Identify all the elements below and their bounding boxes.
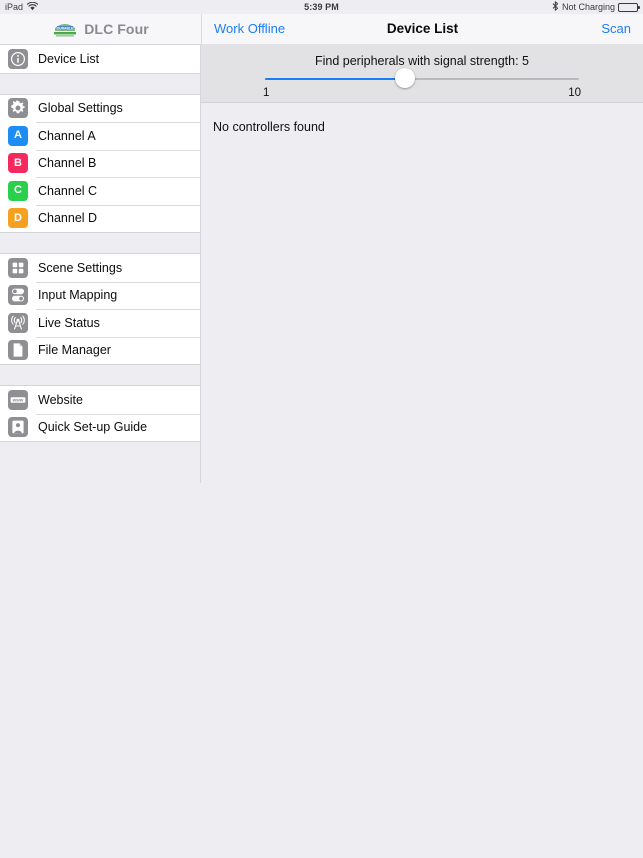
sidebar-item-scene-settings[interactable]: Scene Settings xyxy=(0,254,201,282)
sidebar-item-label: Quick Set-up Guide xyxy=(38,420,148,435)
sidebar-item-live-status[interactable]: Live Status xyxy=(0,309,201,337)
slider-thumb[interactable] xyxy=(394,68,415,88)
svg-text:DURABLE: DURABLE xyxy=(57,26,74,30)
slider-track-fill xyxy=(265,78,405,80)
sidebar-item-channel-c[interactable]: C Channel C xyxy=(0,177,201,205)
www-icon: www xyxy=(8,389,28,410)
sidebar-item-label: Channel A xyxy=(38,128,96,143)
channel-letter: D xyxy=(14,211,22,224)
sidebar-item-quick-setup-guide[interactable]: Quick Set-up Guide xyxy=(0,413,201,441)
channel-badge-icon: C xyxy=(8,180,28,201)
signal-strength-slider[interactable] xyxy=(265,68,579,88)
sidebar-gap xyxy=(0,233,201,253)
signal-strength-panel: Find peripherals with signal strength: 5… xyxy=(201,44,643,103)
person-icon xyxy=(8,417,28,438)
channel-letter: C xyxy=(14,184,22,197)
sidebar-group-device: Device List xyxy=(0,44,201,74)
sidebar-item-label: Input Mapping xyxy=(38,288,118,303)
app-screen: iPad 5:39 PM Not Charging DURABLE DLC Fo… xyxy=(0,0,643,858)
sidebar-item-channel-a[interactable]: A Channel A xyxy=(0,122,201,150)
brand-name: DLC Four xyxy=(84,21,149,37)
grid-squares-icon xyxy=(8,257,28,278)
channel-badge-icon: B xyxy=(8,153,28,174)
sidebar-gap xyxy=(0,73,201,94)
durable-logo-icon: DURABLE xyxy=(52,21,78,38)
slider-caption: Find peripherals with signal strength: 5 xyxy=(314,54,529,68)
nav-bar: Device List Work Offline Scan xyxy=(201,14,643,44)
channel-letter: A xyxy=(14,129,22,142)
sidebar-item-label: Website xyxy=(38,392,83,407)
empty-state-message: No controllers found xyxy=(213,120,325,134)
brand-header: DURABLE DLC Four xyxy=(0,14,201,44)
sidebar-item-global-settings[interactable]: Global Settings xyxy=(0,94,201,122)
sidebar-item-channel-b[interactable]: B Channel B xyxy=(0,149,201,177)
sidebar-group-channels: Global Settings A Channel A B Channel B … xyxy=(0,93,201,233)
battery-icon xyxy=(618,2,640,12)
sidebar-item-label: File Manager xyxy=(38,343,111,358)
gear-icon xyxy=(8,98,28,119)
main-content: Find peripherals with signal strength: 5… xyxy=(201,44,643,858)
sidebar-item-label: Channel C xyxy=(38,183,98,198)
sidebar-item-label: Channel B xyxy=(38,156,97,171)
status-bar: iPad 5:39 PM Not Charging xyxy=(0,0,643,14)
sidebar-item-device-list[interactable]: Device List xyxy=(0,45,201,73)
info-icon xyxy=(8,48,28,69)
sidebar-item-label: Scene Settings xyxy=(38,260,123,275)
channel-badge-icon: A xyxy=(8,125,28,146)
sidebar-group-tools: Scene Settings Input Mapping Live Status… xyxy=(0,253,201,365)
sidebar-item-label: Device List xyxy=(38,51,100,66)
work-offline-button[interactable]: Work Offline xyxy=(214,14,285,44)
status-clock: 5:39 PM xyxy=(304,2,339,12)
charging-status-label: Not Charging xyxy=(561,2,615,12)
slider-min-label: 1 xyxy=(263,87,270,99)
sidebar-group-links: www Website Quick Set-up Guide xyxy=(0,385,201,442)
sidebar-item-label: Live Status xyxy=(38,315,100,330)
sidebar-item-input-mapping[interactable]: Input Mapping xyxy=(0,281,201,309)
toggle-switches-icon xyxy=(8,285,28,306)
broadcast-tower-icon xyxy=(8,312,28,333)
bluetooth-icon xyxy=(552,1,559,13)
brand: DURABLE DLC Four xyxy=(52,21,149,38)
sidebar-gap xyxy=(0,365,201,385)
sidebar-item-website[interactable]: www Website xyxy=(0,386,201,414)
header-bar: DURABLE DLC Four Device List Work Offlin… xyxy=(0,14,643,44)
status-bar-right: Not Charging xyxy=(552,1,640,13)
scan-button[interactable]: Scan xyxy=(601,14,631,44)
sidebar-item-label: Global Settings xyxy=(38,101,123,116)
sidebar: Device List Global Settings A Channel A xyxy=(0,44,201,858)
sidebar-item-file-manager[interactable]: File Manager xyxy=(0,336,201,364)
sidebar-item-label: Channel D xyxy=(38,211,98,226)
svg-text:www: www xyxy=(12,397,24,402)
slider-max-label: 10 xyxy=(568,87,581,99)
sidebar-divider xyxy=(200,44,201,483)
channel-badge-icon: D xyxy=(8,208,28,229)
sidebar-item-channel-d[interactable]: D Channel D xyxy=(0,204,201,232)
document-icon xyxy=(8,340,28,361)
channel-letter: B xyxy=(14,156,22,169)
